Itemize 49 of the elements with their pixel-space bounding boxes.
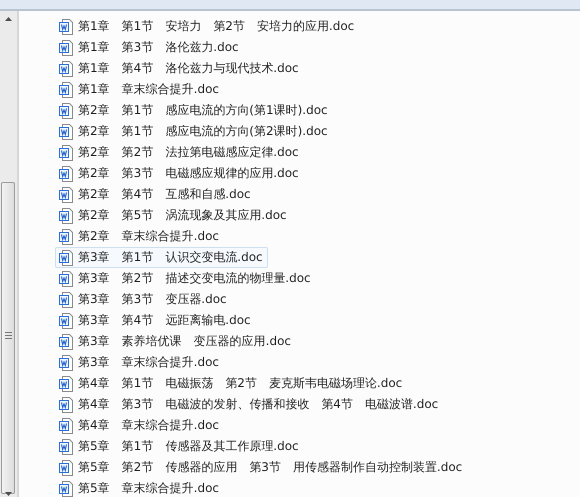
file-item[interactable]: 第5章 章末综合提升.doc — [55, 478, 224, 497]
file-item[interactable]: 第4章 第1节 电磁振荡 第2节 麦克斯韦电磁场理论.doc — [55, 373, 408, 394]
file-item[interactable]: 第5章 第2节 传感器的应用 第3节 用传感器制作自动控制装置.doc — [55, 457, 468, 478]
document-icon — [59, 40, 73, 56]
file-item[interactable]: 第3章 第3节 变压器.doc — [55, 289, 232, 310]
file-item[interactable]: 第3章 素养培优课 变压器的应用.doc — [55, 331, 296, 352]
file-item[interactable]: 第3章 第1节 认识交变电流.doc — [55, 247, 268, 268]
document-icon — [59, 438, 73, 454]
document-icon — [59, 228, 73, 244]
file-item[interactable]: 第3章 第2节 描述交变电流的物理量.doc — [55, 268, 316, 289]
document-icon — [59, 312, 73, 328]
document-icon — [59, 208, 73, 224]
file-item[interactable]: 第2章 章末综合提升.doc — [55, 226, 224, 247]
file-item[interactable]: 第1章 第4节 洛伦兹力与现代技术.doc — [55, 58, 304, 79]
file-item[interactable]: 第3章 第4节 远距离输电.doc — [55, 310, 256, 331]
file-item[interactable]: 第1章 章末综合提升.doc — [55, 79, 224, 100]
file-item[interactable]: 第2章 第3节 电磁感应规律的应用.doc — [55, 163, 304, 184]
document-icon — [59, 334, 73, 350]
grip-icon — [5, 331, 12, 340]
file-item[interactable]: 第4章 章末综合提升.doc — [55, 415, 224, 436]
file-item[interactable]: 第2章 第5节 涡流现象及其应用.doc — [55, 205, 292, 226]
file-item[interactable]: 第2章 第4节 互感和自感.doc — [55, 184, 256, 205]
document-icon — [59, 186, 73, 202]
file-item[interactable]: 第1章 第3节 洛伦兹力.doc — [55, 37, 244, 58]
document-icon — [59, 376, 73, 392]
document-icon — [59, 18, 73, 34]
document-icon — [59, 124, 73, 140]
document-icon — [59, 460, 73, 476]
document-icon — [59, 82, 73, 98]
document-icon — [59, 60, 73, 76]
file-item[interactable]: 第2章 第1节 感应电流的方向(第1课时).doc — [55, 100, 333, 121]
file-item[interactable]: 第2章 第1节 感应电流的方向(第2课时).doc — [55, 121, 333, 142]
document-icon — [59, 480, 73, 496]
document-icon — [59, 354, 73, 370]
document-icon — [59, 396, 73, 412]
document-icon — [59, 270, 73, 286]
document-icon — [59, 292, 73, 308]
scrollbar-thumb[interactable] — [1, 182, 15, 494]
document-icon — [59, 144, 73, 160]
file-item[interactable]: 第1章 第1节 安培力 第2节 安培力的应用.doc — [55, 16, 360, 37]
document-icon — [59, 250, 73, 266]
file-item[interactable]: 第3章 章末综合提升.doc — [55, 352, 224, 373]
file-item[interactable]: 第4章 第3节 电磁波的发射、传播和接收 第4节 电磁波谱.doc — [55, 394, 444, 415]
file-item[interactable]: 第5章 第1节 传感器及其工作原理.doc — [55, 436, 304, 457]
document-icon — [59, 166, 73, 182]
scrollbar[interactable] — [0, 11, 19, 497]
document-icon — [59, 418, 73, 434]
file-item[interactable]: 第2章 第2节 法拉第电磁感应定律.doc — [55, 142, 304, 163]
document-icon — [59, 102, 73, 118]
